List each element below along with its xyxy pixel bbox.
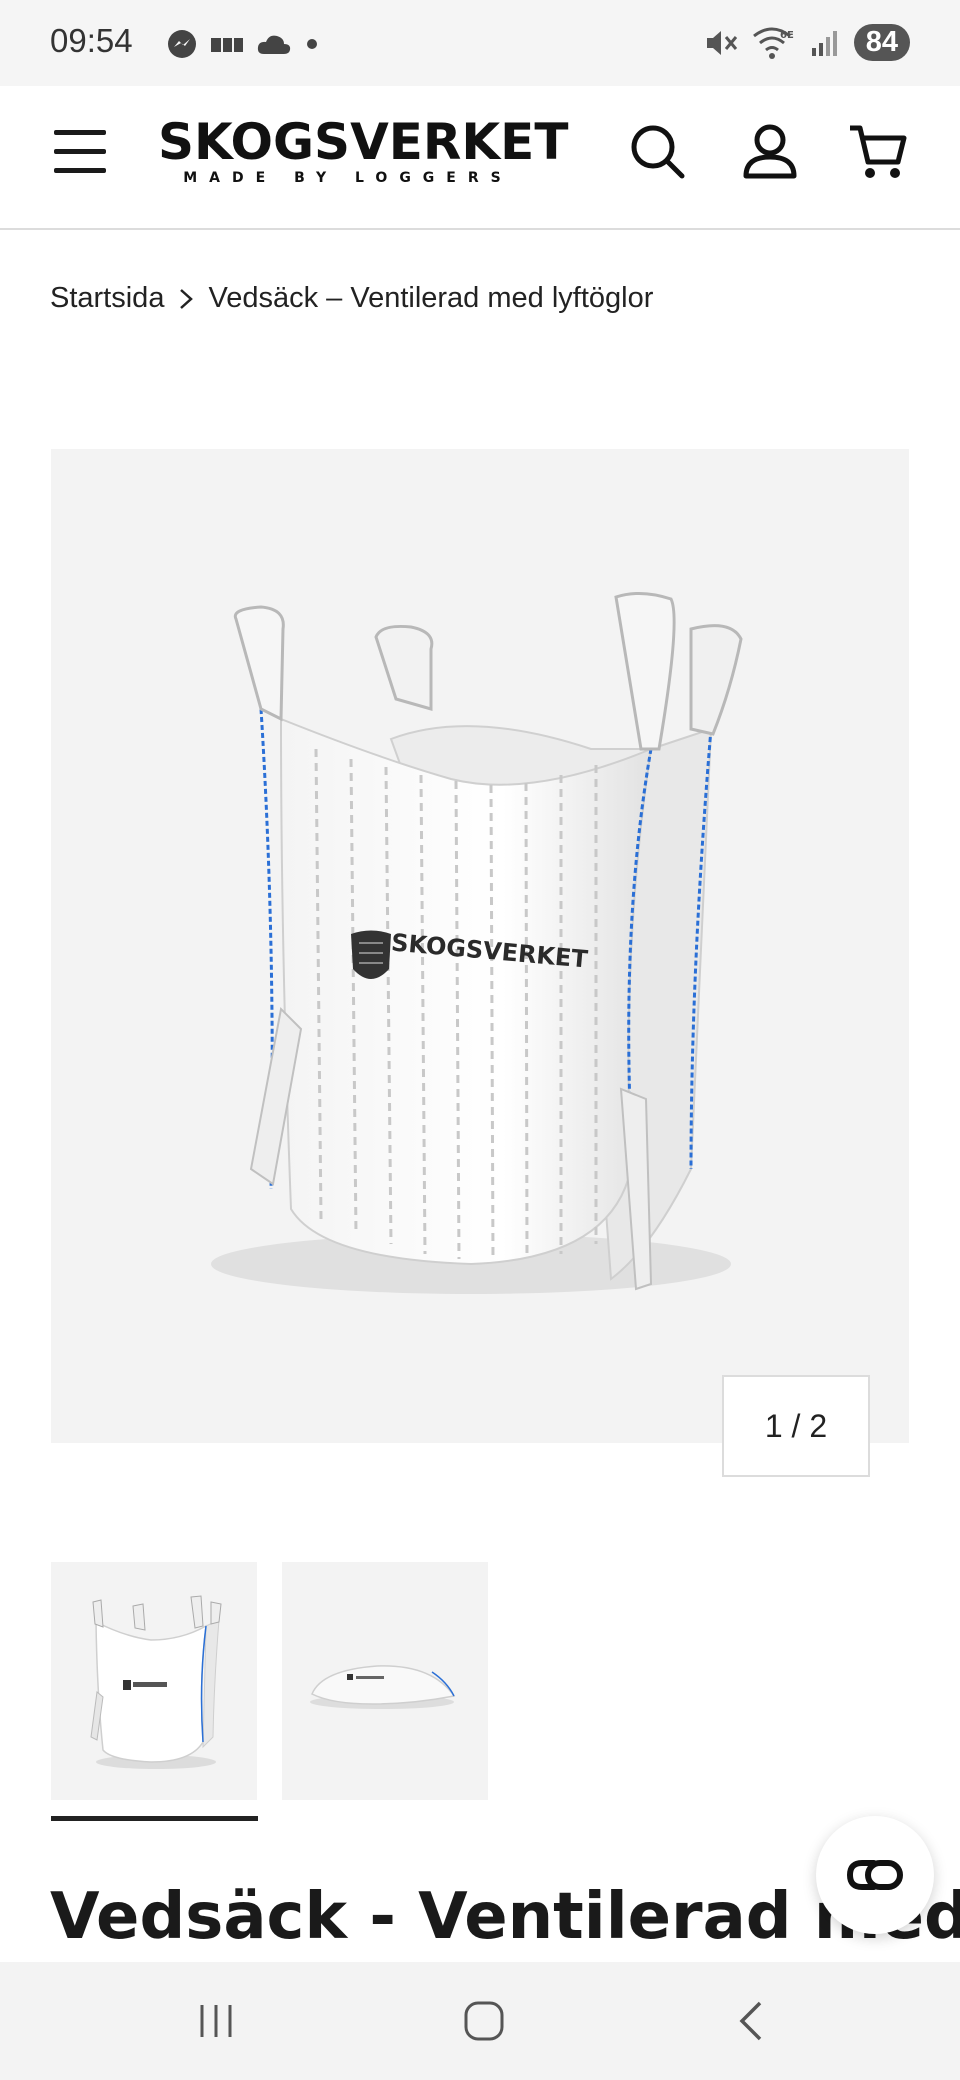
recent-apps-icon [200,2005,232,2037]
breadcrumb-home-link[interactable]: Startsida [50,282,164,315]
menu-icon [54,130,106,135]
wifi-6e-icon: 6E [752,27,794,59]
svg-text:6E: 6E [780,30,794,41]
site-header: SKOGSVERKET MADE BY LOGGERS [0,86,960,230]
system-navigation-bar [0,1962,960,2080]
breadcrumb-current: Vedsäck – Ventilerad med lyftöglor [208,282,654,314]
thumbnail-1[interactable] [51,1562,257,1800]
status-icons-right: 6E 84 [704,24,910,61]
cart-button[interactable] [848,122,908,182]
chat-icon [846,1860,903,1890]
image-counter: 1 / 2 [722,1375,870,1477]
recent-apps-button[interactable] [186,1996,246,2046]
chevron-right-icon [180,288,194,309]
breadcrumb: Startsida Vedsäck – Ventilerad med lyftö… [50,282,653,315]
status-time: 09:54 [50,22,133,59]
status-icons-left [166,28,320,60]
menu-icon-bar [54,168,106,173]
home-icon [464,2001,504,2041]
cart-icon [850,125,907,178]
account-button[interactable] [740,122,800,182]
thumbnail-active-indicator [51,1816,258,1821]
account-icon [743,124,797,179]
thumbnail-bag-folded [310,1665,456,1709]
back-button[interactable] [722,1996,782,2046]
thumbnail-2[interactable] [282,1562,488,1800]
site-logo[interactable]: SKOGSVERKET MADE BY LOGGERS [158,113,569,186]
logo-tagline: MADE BY LOGGERS [183,170,513,186]
cloud-icon [257,35,291,54]
logo-wordmark: SKOGSVERKET [158,113,569,171]
search-button[interactable] [628,122,688,182]
mute-icon [706,30,737,55]
status-bar: 09:54 6E 84 [0,0,960,86]
back-icon [739,2001,762,2041]
signal-icon [811,30,837,56]
notification-icon [211,38,243,52]
dot-icon [307,39,317,49]
menu-icon-bar [54,149,106,154]
messenger-icon [168,30,196,58]
battery-level: 84 [853,24,910,61]
home-button[interactable] [454,1996,514,2046]
product-main-image[interactable]: SKOGSVERKET [51,449,909,1443]
search-icon [631,125,685,179]
chat-button[interactable] [816,1816,934,1934]
thumbnail-bag-standing [90,1595,222,1769]
menu-button[interactable] [54,130,106,174]
